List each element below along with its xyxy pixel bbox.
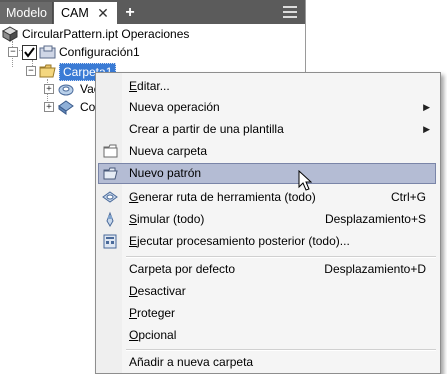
hamburger-menu-icon[interactable] (283, 6, 297, 18)
menu-item-nueva-operacion[interactable]: Nueva operación ▶ (98, 97, 436, 118)
menu-item-label: Proteger (129, 306, 176, 320)
simulate-icon (106, 211, 114, 227)
post-process-icon (103, 234, 117, 249)
menu-shortcut: Ctrl+G (390, 190, 426, 204)
menu-item-proteger[interactable]: Proteger (98, 303, 436, 324)
menu-shortcut: Desplazamiento+D (324, 262, 426, 276)
submenu-arrow-icon: ▶ (423, 102, 430, 112)
menu-item-label: Crear a partir de una plantilla (129, 122, 284, 136)
menu-item-label: Ejecutar procesamiento posterior (todo).… (129, 234, 350, 248)
checkbox-checked-icon[interactable] (22, 45, 37, 60)
menu-item-simular[interactable]: Simular (todo) Desplazamiento+S (98, 209, 436, 230)
menu-item-crear-plantilla[interactable]: Crear a partir de una plantilla ▶ (98, 119, 436, 140)
add-tab-button[interactable]: + (120, 2, 140, 24)
context-menu: Editar... Nueva operación ▶ Crear a part… (95, 72, 441, 374)
menu-separator (126, 349, 436, 351)
menu-item-nuevo-patron[interactable]: Nuevo patrón (98, 163, 436, 184)
menu-item-nueva-carpeta[interactable]: Nueva carpeta (98, 141, 436, 162)
operation-icon (58, 100, 74, 115)
menu-item-label: Simular (todo) (129, 212, 205, 226)
toolpath-icon (102, 191, 118, 203)
tab-cam[interactable]: CAM ✕ (54, 2, 117, 24)
menu-item-opcional[interactable]: Opcional (98, 325, 436, 346)
collapse-icon[interactable]: − (8, 47, 18, 57)
expand-icon[interactable]: + (44, 102, 54, 112)
menu-shortcut: Desplazamiento+S (324, 212, 426, 226)
menu-item-desactivar[interactable]: Desactivar (98, 281, 436, 302)
submenu-arrow-icon: ▶ (423, 124, 430, 134)
menu-item-generar-ruta[interactable]: Generar ruta de herramienta (todo) Ctrl+… (98, 187, 436, 208)
menu-item-label: Añadir a nueva carpeta (129, 355, 254, 369)
menu-item-editar[interactable]: Editar... (98, 76, 436, 97)
menu-item-label: Desactivar (129, 284, 186, 298)
menu-item-label: Nueva operación (129, 100, 220, 114)
menu-item-label: Opcional (129, 328, 177, 342)
menu-item-label: Nueva carpeta (129, 144, 208, 158)
tree-child-label: Co (80, 100, 96, 114)
menu-item-label: Editar... (129, 79, 170, 93)
tree-root-row[interactable]: CircularPattern.ipt Operaciones (2, 25, 302, 43)
mouse-cursor-icon (298, 170, 312, 191)
tree-setup-row[interactable]: − Configuración1 (6, 43, 301, 61)
expand-icon[interactable]: + (44, 84, 54, 94)
menu-item-carpeta-defecto[interactable]: Carpeta por defecto Desplazamiento+D (98, 259, 436, 280)
menu-separator (126, 256, 436, 258)
collapse-icon[interactable]: − (26, 66, 36, 76)
menu-item-label: Generar ruta de herramienta (todo) (129, 190, 316, 204)
pattern-folder-icon (103, 167, 118, 180)
menu-item-label: Carpeta por defecto (129, 262, 236, 276)
folder-open-icon (39, 64, 56, 78)
tab-cam-label: CAM (61, 6, 89, 20)
tree-setup-label: Configuración1 (59, 45, 140, 59)
setup-folder-icon (39, 45, 56, 59)
close-icon[interactable]: ✕ (96, 2, 110, 24)
tab-bar: Modelo CAM ✕ + (0, 0, 305, 24)
part-icon (2, 26, 18, 42)
tab-modelo[interactable]: Modelo (0, 2, 53, 24)
menu-item-anadir-carpeta[interactable]: Añadir a nueva carpeta (98, 352, 436, 373)
menu-item-ejecutar-post[interactable]: Ejecutar procesamiento posterior (todo).… (98, 231, 436, 252)
folder-icon (103, 144, 118, 158)
operation-icon (58, 84, 74, 96)
menu-item-label: Nuevo patrón (129, 166, 202, 180)
tree-root-label: CircularPattern.ipt Operaciones (22, 27, 190, 41)
